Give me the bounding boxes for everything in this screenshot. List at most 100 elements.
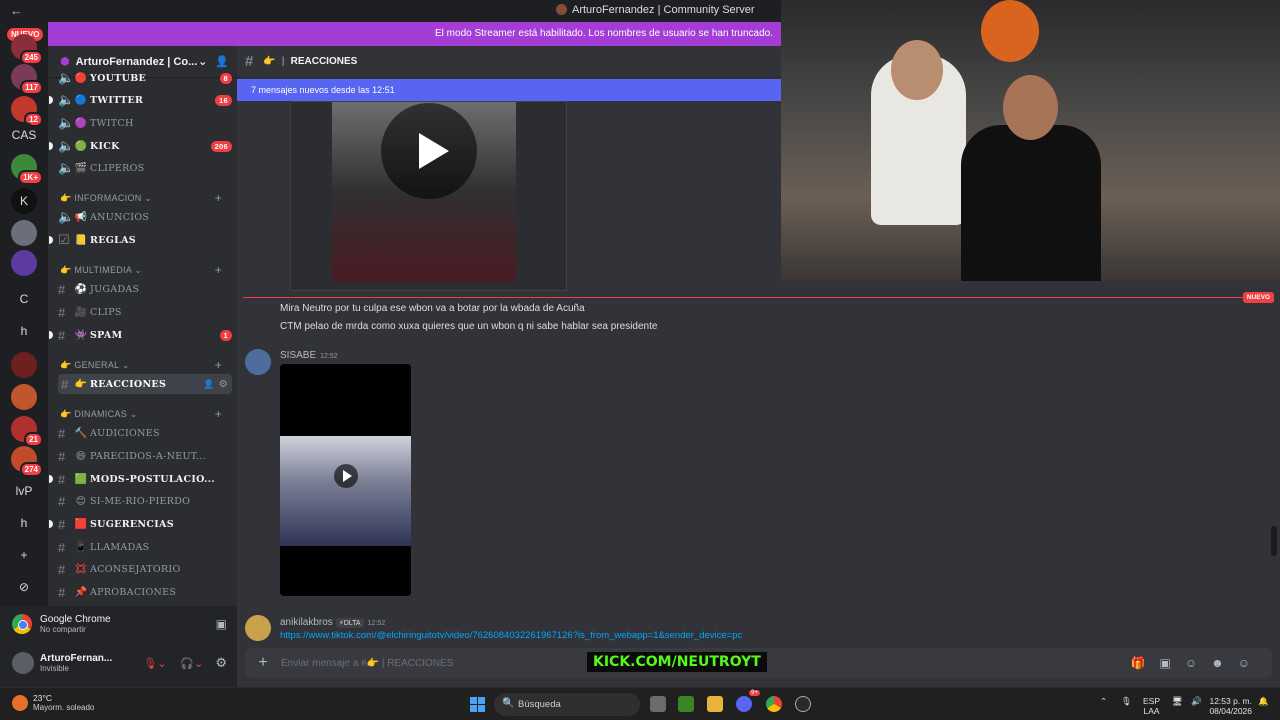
- add-channel-icon[interactable]: +: [215, 407, 222, 421]
- server-icon[interactable]: ⊘: [11, 574, 37, 600]
- video-embed[interactable]: [280, 364, 411, 596]
- channel-cliperos[interactable]: 🔈 🎬 CLIPEROS: [58, 158, 232, 178]
- server-icon[interactable]: 245: [11, 34, 43, 65]
- input-tool-icons[interactable]: 🎁▣☺☻☺: [1131, 656, 1264, 670]
- server-icon[interactable]: K: [11, 188, 37, 214]
- play-icon[interactable]: [381, 103, 477, 199]
- server-icon[interactable]: 12: [11, 96, 43, 127]
- server-icon[interactable]: lvP: [11, 478, 37, 504]
- category-multimedia[interactable]: 👉 MULTIMEDIA ⌄ +: [60, 263, 228, 277]
- channel-sugerencias[interactable]: # 🟥 SUGERENCIAS: [49, 514, 232, 534]
- stream-overlay: KICK.COM/NEUTROYT: [587, 652, 767, 672]
- gear-icon[interactable]: ⚙: [219, 379, 228, 390]
- add-channel-icon[interactable]: +: [215, 191, 222, 205]
- add-channel-icon[interactable]: +: [215, 263, 222, 277]
- server-icon[interactable]: [11, 250, 37, 276]
- add-channel-icon[interactable]: +: [215, 358, 222, 372]
- channel-clips[interactable]: # 🎥 CLIPS: [58, 302, 232, 322]
- server-icon[interactable]: 21: [11, 416, 43, 447]
- message-link[interactable]: https://www.tiktok.com/@elchiringuitotv/…: [280, 630, 742, 641]
- channel-aconsejatorio[interactable]: # 💢 ACONSEJATORIO: [58, 559, 232, 579]
- add-member-icon[interactable]: 👤: [215, 55, 229, 68]
- task-view-icon[interactable]: [650, 696, 666, 712]
- channel-label: ANUNCIOS: [90, 211, 150, 223]
- channel-reglas[interactable]: ☑ 📒 REGLAS: [49, 230, 232, 250]
- speaker-icon: 🔈: [58, 70, 75, 85]
- server-icon: [556, 4, 567, 15]
- channel-aprobaciones[interactable]: # 📌 APROBACIONES: [58, 582, 232, 602]
- server-label: +: [20, 548, 28, 562]
- network-icon[interactable]: 🖥: [1172, 696, 1183, 706]
- notification-icon[interactable]: 🔔: [1258, 696, 1269, 706]
- channel-parecidos[interactable]: # 😄 PARECIDOS-A-NEUT...: [58, 446, 232, 466]
- server-icon[interactable]: [11, 384, 37, 410]
- channel-audiciones[interactable]: # 🔨 AUDICIONES: [58, 423, 232, 443]
- search-icon: 🔍: [502, 698, 515, 709]
- channel-twitter[interactable]: 🔈 🔵 TWITTER 16: [49, 90, 232, 110]
- mic-icon[interactable]: 🎙: [1121, 696, 1132, 706]
- hash-icon: #: [58, 539, 66, 555]
- avatar[interactable]: [12, 652, 34, 674]
- speaker-icon: 🔈: [58, 115, 75, 130]
- server-icon[interactable]: 274: [11, 446, 43, 477]
- back-arrow-icon[interactable]: ←: [10, 3, 23, 18]
- server-icon[interactable]: C: [11, 286, 37, 312]
- server-icon[interactable]: +: [11, 542, 37, 568]
- channel-reacciones[interactable]: # 👉 REACCIONES 👤 ⚙: [58, 374, 232, 394]
- message-author[interactable]: anikilakbros ⚡DLTA 12:52: [280, 617, 385, 628]
- message-author[interactable]: SISABE 12:52: [280, 350, 338, 361]
- channel-twitch[interactable]: 🔈 🟣 TWITCH: [58, 113, 232, 133]
- channel-anuncios[interactable]: 🔈 📢 ANUNCIOS: [58, 207, 232, 227]
- author-name[interactable]: SISABE: [280, 350, 316, 361]
- search-box[interactable]: 🔍 Búsqueda: [494, 693, 640, 716]
- server-icon[interactable]: 117: [11, 64, 43, 95]
- minecraft-icon[interactable]: [678, 696, 694, 712]
- author-name[interactable]: anikilakbros: [280, 617, 333, 628]
- unread-badge: 1: [219, 329, 232, 341]
- invite-icon[interactable]: 👤: [203, 379, 215, 390]
- channel-youtube[interactable]: 🔈 🔴 YOUTUBE 8: [58, 68, 232, 88]
- new-messages-bar[interactable]: 7 mensajes nuevos desde las 12:51: [237, 79, 781, 101]
- server-icon[interactable]: [11, 220, 37, 246]
- volume-icon[interactable]: 🔊: [1191, 696, 1202, 706]
- server-icon[interactable]: CAS: [11, 122, 37, 148]
- category-general[interactable]: 👉 GENERAL ⌄ +: [60, 358, 228, 372]
- video-embed[interactable]: [290, 101, 567, 291]
- obs-icon[interactable]: [795, 696, 811, 712]
- category-dinamicas[interactable]: 👉 DINAMICAS ⌄ +: [60, 407, 228, 421]
- gear-icon[interactable]: ⚙: [215, 655, 227, 671]
- channel-si-me-rio[interactable]: # 😊 SI-ME-RIO-PIERDO: [58, 491, 232, 511]
- chrome-icon[interactable]: [766, 696, 782, 712]
- tray-chevron-icon[interactable]: ⌃: [1100, 696, 1107, 706]
- start-icon[interactable]: [470, 697, 485, 712]
- hash-icon: #: [58, 448, 66, 464]
- channel-emoji: 👉: [74, 378, 88, 390]
- scrollbar[interactable]: [1271, 526, 1277, 556]
- avatar[interactable]: [245, 349, 271, 375]
- server-icon[interactable]: 1K+: [11, 154, 43, 185]
- mute-icon[interactable]: 🎙⌄: [143, 657, 166, 670]
- add-attachment-icon[interactable]: +: [245, 654, 281, 672]
- channel-spam[interactable]: # 👾 SPAM 1: [49, 325, 232, 345]
- weather-widget[interactable]: 23°C Mayorm. soleado: [12, 693, 94, 712]
- channel-llamadas[interactable]: # 📱 LLAMADAS: [58, 537, 232, 557]
- discord-icon[interactable]: 9+: [736, 690, 760, 712]
- layout-code: LAA: [1143, 706, 1160, 716]
- unread-indicator: [49, 236, 53, 244]
- play-icon[interactable]: [334, 464, 358, 488]
- clock[interactable]: 12:53 p. m. 08/04/2026: [1208, 696, 1252, 716]
- language-indicator[interactable]: ESP LAA: [1143, 696, 1160, 716]
- server-icon[interactable]: h: [11, 510, 37, 536]
- deafen-icon[interactable]: 🎧⌄: [180, 657, 203, 670]
- hash-icon: #: [58, 471, 66, 487]
- message-input[interactable]: + Enviar mensaje a #👉 | REACCIONES KICK.…: [245, 648, 1272, 678]
- screen-share-icon[interactable]: ▣: [216, 617, 227, 631]
- channel-kick[interactable]: 🔈 🟢 KICK 206: [49, 136, 232, 156]
- server-icon[interactable]: h: [11, 318, 37, 344]
- category-informacion[interactable]: 👉 INFORMACION ⌄ +: [60, 191, 228, 205]
- avatar[interactable]: [245, 615, 271, 641]
- server-icon[interactable]: [11, 352, 37, 378]
- channel-mods-postulacion[interactable]: # 🟩 MODS-POSTULACIO...: [49, 469, 232, 489]
- file-explorer-icon[interactable]: [707, 696, 723, 712]
- channel-jugadas[interactable]: # ⚽ JUGADAS: [58, 279, 232, 299]
